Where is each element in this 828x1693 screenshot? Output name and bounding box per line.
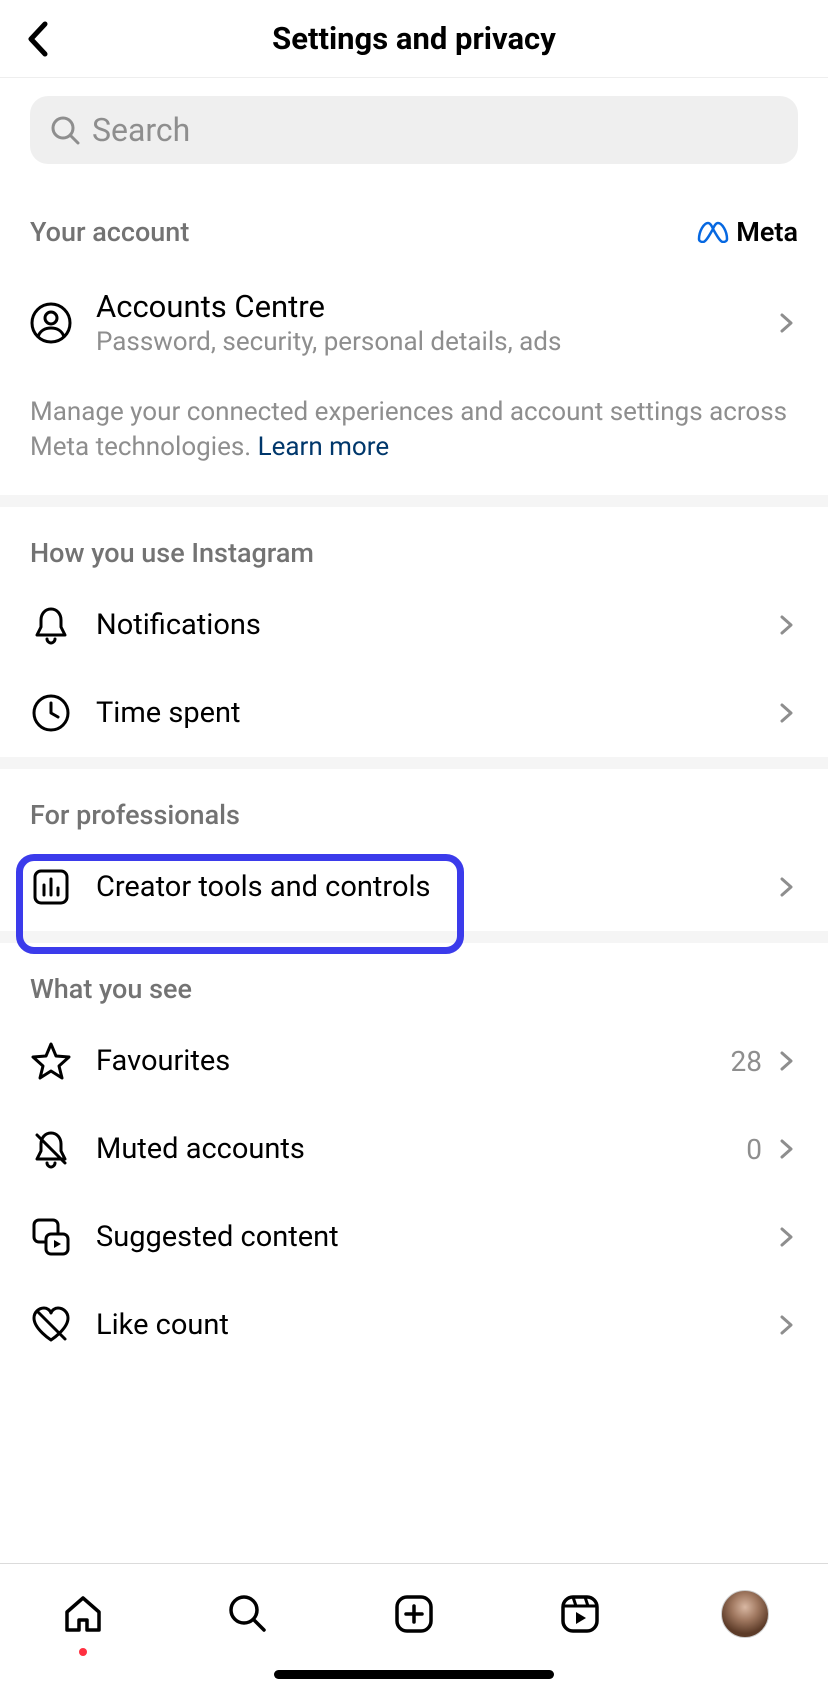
- accounts-centre-title: Accounts Centre: [96, 288, 776, 325]
- section-what-you-see: What you see Favourites 28 Muted account…: [0, 943, 828, 1369]
- section-divider: [0, 931, 828, 943]
- section-your-account: Your account Meta Accounts Centre Passwo…: [0, 164, 828, 495]
- meta-brand-text: Meta: [736, 216, 798, 248]
- clock-icon: [30, 692, 72, 734]
- chevron-left-icon: [25, 20, 51, 58]
- back-button[interactable]: [18, 19, 58, 59]
- muted-accounts-count: 0: [746, 1133, 762, 1166]
- tab-profile[interactable]: [715, 1584, 775, 1644]
- creator-tools-label: Creator tools and controls: [96, 870, 776, 904]
- home-indicator: [274, 1670, 554, 1679]
- user-circle-icon: [30, 302, 72, 344]
- section-title-what-you-see: What you see: [30, 973, 192, 1005]
- chevron-right-icon: [776, 702, 798, 724]
- search-icon: [226, 1592, 270, 1636]
- tab-reels[interactable]: [550, 1584, 610, 1644]
- section-divider: [0, 757, 828, 769]
- time-spent-label: Time spent: [96, 696, 776, 730]
- learn-more-link[interactable]: Learn more: [258, 432, 390, 462]
- section-title-usage: How you use Instagram: [30, 537, 314, 569]
- chevron-right-icon: [776, 1050, 798, 1072]
- chevron-right-icon: [776, 1138, 798, 1160]
- row-notifications[interactable]: Notifications: [0, 581, 828, 669]
- meta-brand: Meta: [696, 216, 798, 248]
- section-header-usage: How you use Instagram: [0, 507, 828, 581]
- plus-square-icon: [392, 1592, 436, 1636]
- search-placeholder: Search: [92, 111, 190, 149]
- media-stack-icon: [30, 1216, 72, 1258]
- meta-logo-icon: [696, 221, 730, 243]
- tab-create[interactable]: [384, 1584, 444, 1644]
- account-description: Manage your connected experiences and ac…: [0, 375, 828, 495]
- row-creator-tools[interactable]: Creator tools and controls: [0, 843, 828, 931]
- page-title: Settings and privacy: [0, 20, 828, 57]
- section-header-account: Your account Meta: [0, 164, 828, 260]
- row-accounts-centre[interactable]: Accounts Centre Password, security, pers…: [0, 260, 828, 375]
- section-header-professionals: For professionals: [0, 769, 828, 843]
- section-divider: [0, 495, 828, 507]
- chevron-right-icon: [776, 1314, 798, 1336]
- row-like-count[interactable]: Like count: [0, 1281, 828, 1369]
- favourites-label: Favourites: [96, 1044, 731, 1078]
- star-icon: [30, 1040, 72, 1082]
- row-suggested-content[interactable]: Suggested content: [0, 1193, 828, 1281]
- header: Settings and privacy: [0, 0, 828, 78]
- chevron-right-icon: [776, 312, 798, 334]
- tab-home[interactable]: [53, 1584, 113, 1644]
- accounts-centre-subtitle: Password, security, personal details, ad…: [96, 327, 776, 357]
- notifications-label: Notifications: [96, 608, 776, 642]
- notification-dot: [79, 1648, 87, 1656]
- chevron-right-icon: [776, 1226, 798, 1248]
- avatar-icon: [721, 1590, 769, 1638]
- row-time-spent[interactable]: Time spent: [0, 669, 828, 757]
- search-icon: [50, 115, 80, 145]
- section-usage: How you use Instagram Notifications Time…: [0, 507, 828, 757]
- heart-off-icon: [30, 1304, 72, 1346]
- search-input[interactable]: Search: [30, 96, 798, 164]
- section-professionals: For professionals Creator tools and cont…: [0, 769, 828, 931]
- like-count-label: Like count: [96, 1308, 776, 1342]
- bell-icon: [30, 604, 72, 646]
- chart-square-icon: [30, 866, 72, 908]
- home-icon: [61, 1592, 105, 1636]
- row-favourites[interactable]: Favourites 28: [0, 1017, 828, 1105]
- chevron-right-icon: [776, 876, 798, 898]
- tab-search[interactable]: [218, 1584, 278, 1644]
- reels-icon: [558, 1592, 602, 1636]
- favourites-count: 28: [731, 1045, 762, 1078]
- section-title-professionals: For professionals: [30, 799, 240, 831]
- row-muted-accounts[interactable]: Muted accounts 0: [0, 1105, 828, 1193]
- chevron-right-icon: [776, 614, 798, 636]
- section-title-account: Your account: [30, 216, 189, 248]
- search-container: Search: [0, 78, 828, 164]
- suggested-content-label: Suggested content: [96, 1220, 776, 1254]
- bell-off-icon: [30, 1128, 72, 1170]
- muted-accounts-label: Muted accounts: [96, 1132, 746, 1166]
- section-header-what-you-see: What you see: [0, 943, 828, 1017]
